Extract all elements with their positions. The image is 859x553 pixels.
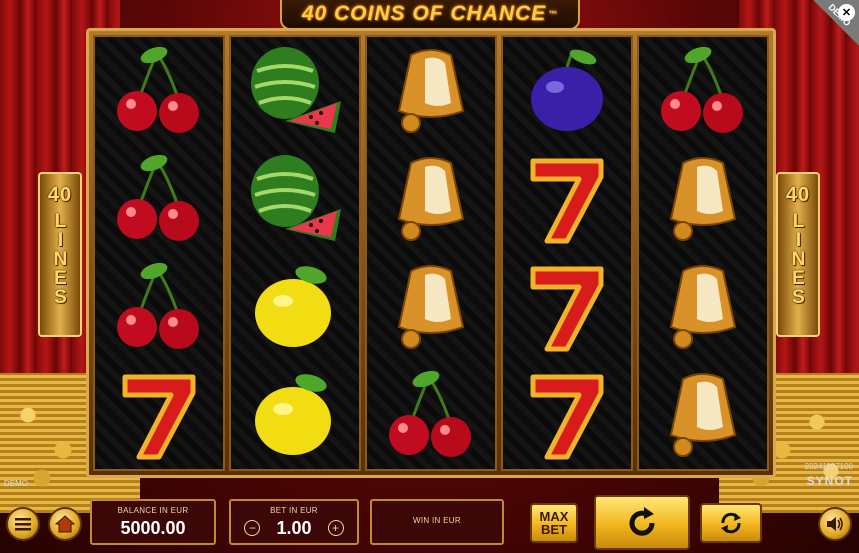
seven-icon [104, 365, 214, 465]
bell-icon [376, 41, 486, 141]
balance-value: 5000.00 [120, 517, 186, 538]
lemon-icon [240, 257, 350, 357]
spin-button[interactable] [594, 495, 690, 550]
reel-3 [365, 35, 497, 471]
bell-icon [648, 257, 758, 357]
bell-icon [648, 149, 758, 249]
autoplay-icon [721, 512, 741, 534]
cherry-icon [648, 41, 758, 141]
home-icon [55, 515, 75, 533]
balance-label: BALANCE IN EUR [117, 505, 189, 515]
cherry-icon [104, 149, 214, 249]
menu-button[interactable] [6, 507, 40, 541]
win-panel: WIN IN EUR [370, 499, 504, 545]
reel-2 [229, 35, 361, 471]
reel-1 [93, 35, 225, 471]
lines-badge-left: 40 LINES [38, 172, 82, 337]
bet-panel: BET IN EUR − 1.00 + [229, 499, 359, 545]
game-title-banner: 40 COINS OF CHANCE ™ [280, 0, 580, 30]
bell-icon [376, 257, 486, 357]
win-label: WIN IN EUR [413, 516, 461, 525]
game-stage: DEMO ✕ 40 COINS OF CHANCE ™ 40 LINES 40 … [0, 0, 859, 553]
home-button[interactable] [48, 507, 82, 541]
brand-logo: SYNOT [806, 474, 853, 488]
lines-word-right: LINES [788, 211, 809, 306]
trademark: ™ [548, 9, 559, 19]
game-title: 40 COINS OF CHANCE [301, 2, 547, 25]
watermelon-icon [240, 149, 350, 249]
lines-number-right: 40 [785, 184, 811, 206]
max-bet-line2: BET [540, 522, 567, 537]
bet-label: BET IN EUR [270, 505, 318, 515]
bet-increase-button[interactable]: + [327, 520, 344, 536]
reel-5 [637, 35, 769, 471]
reel-4 [501, 35, 633, 471]
bell-icon [376, 149, 486, 249]
autoplay-button[interactable] [700, 503, 762, 543]
seven-icon [512, 365, 622, 465]
cherry-icon [376, 365, 486, 465]
lines-word-left: LINES [50, 211, 71, 306]
reel-frame [86, 28, 776, 478]
sound-button[interactable] [818, 507, 852, 541]
bet-value: 1.00 [276, 517, 312, 538]
plum-icon [512, 41, 622, 141]
lines-number-left: 40 [47, 184, 73, 206]
speaker-icon [827, 517, 843, 531]
balance-panel: BALANCE IN EUR 5000.00 [90, 499, 216, 545]
lemon-icon [240, 365, 350, 465]
close-icon[interactable]: ✕ [838, 4, 855, 21]
bet-decrease-button[interactable]: − [244, 520, 261, 536]
bell-icon [648, 365, 758, 465]
seven-icon [512, 149, 622, 249]
control-bar: BALANCE IN EUR 5000.00 BET IN EUR − 1.00… [0, 491, 859, 553]
seven-icon [512, 257, 622, 357]
cherry-icon [104, 257, 214, 357]
reels [93, 35, 769, 471]
refresh-arrow-icon [629, 506, 655, 536]
build-number: 20241107100 [804, 462, 853, 471]
lines-badge-right: 40 LINES [776, 172, 820, 337]
demo-tag: DEMO [4, 479, 28, 488]
watermelon-icon [240, 41, 350, 141]
hamburger-icon [15, 518, 31, 531]
cherry-icon [104, 41, 214, 141]
max-bet-button[interactable]: MAX BET [530, 503, 578, 543]
